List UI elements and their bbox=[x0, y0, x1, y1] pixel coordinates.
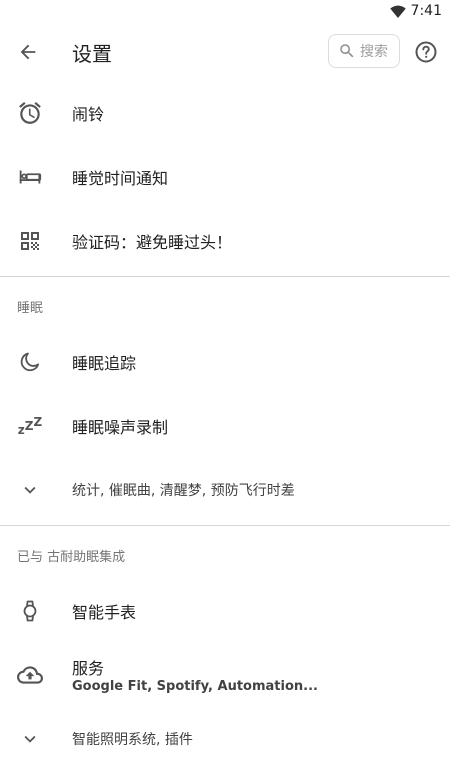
back-button[interactable] bbox=[14, 38, 42, 66]
chevron-down-icon bbox=[17, 726, 43, 752]
menu-item-bedtime-notification[interactable]: 睡觉时间通知 bbox=[0, 144, 450, 208]
arrow-back-icon bbox=[20, 44, 36, 60]
menu-item-smartwatch[interactable]: 智能手表 bbox=[0, 578, 450, 642]
help-icon[interactable] bbox=[414, 40, 438, 64]
alarm-icon bbox=[17, 100, 43, 126]
status-time: 7:41 bbox=[410, 3, 442, 19]
search-input[interactable]: 搜索 bbox=[328, 34, 400, 68]
cloud-upload-icon bbox=[17, 662, 43, 688]
menu-item-label: 服务 bbox=[72, 659, 105, 678]
menu-item-subtitle: Google Fit, Spotify, Automation... bbox=[72, 679, 318, 694]
moon-icon bbox=[17, 349, 43, 375]
menu-item-services[interactable]: 服务 Google Fit, Spotify, Automation... bbox=[0, 642, 450, 706]
menu-item-label: 睡眠噪声录制 bbox=[72, 418, 169, 437]
bed-icon bbox=[17, 164, 43, 190]
qr-code-icon bbox=[17, 228, 43, 254]
menu-item-sleep-tracking[interactable]: 睡眠追踪 bbox=[0, 329, 450, 393]
search-placeholder: 搜索 bbox=[360, 44, 388, 60]
menu-item-label: 闹铃 bbox=[72, 105, 105, 124]
menu-item-captcha[interactable]: 验证码：避免睡过头！ bbox=[0, 208, 450, 272]
menu-item-label: 统计, 催眠曲, 清醒梦, 预防飞行时差 bbox=[72, 483, 295, 499]
page-title: 设置 bbox=[72, 42, 112, 66]
section-header-sleep: 睡眠 bbox=[17, 301, 44, 316]
menu-item-label: 睡觉时间通知 bbox=[72, 169, 169, 188]
menu-item-label: 验证码：避免睡过头！ bbox=[72, 233, 233, 252]
divider bbox=[0, 525, 450, 526]
menu-item-expand-integrations-more[interactable]: 智能照明系统, 插件 bbox=[0, 706, 450, 770]
watch-icon bbox=[17, 598, 43, 624]
divider bbox=[0, 276, 450, 277]
menu-item-label: 睡眠追踪 bbox=[72, 354, 137, 373]
wifi-icon bbox=[390, 5, 406, 18]
search-icon bbox=[340, 44, 354, 58]
chevron-down-icon bbox=[17, 477, 43, 503]
app-bar: 设置 搜索 bbox=[0, 24, 450, 80]
zzz-icon: zZZ bbox=[17, 415, 43, 437]
status-bar: 7:41 bbox=[0, 0, 450, 24]
menu-item-expand-sleep-more[interactable]: 统计, 催眠曲, 清醒梦, 预防飞行时差 bbox=[0, 457, 450, 521]
menu-item-label: 智能照明系统, 插件 bbox=[72, 732, 193, 748]
menu-item-sleep-noise-recording[interactable]: zZZ 睡眠噪声录制 bbox=[0, 393, 450, 457]
menu-item-alarm[interactable]: 闹铃 bbox=[0, 80, 450, 144]
section-header-integrations: 已与 古耐助眠集成 bbox=[17, 550, 126, 565]
menu-item-label: 智能手表 bbox=[72, 603, 137, 622]
